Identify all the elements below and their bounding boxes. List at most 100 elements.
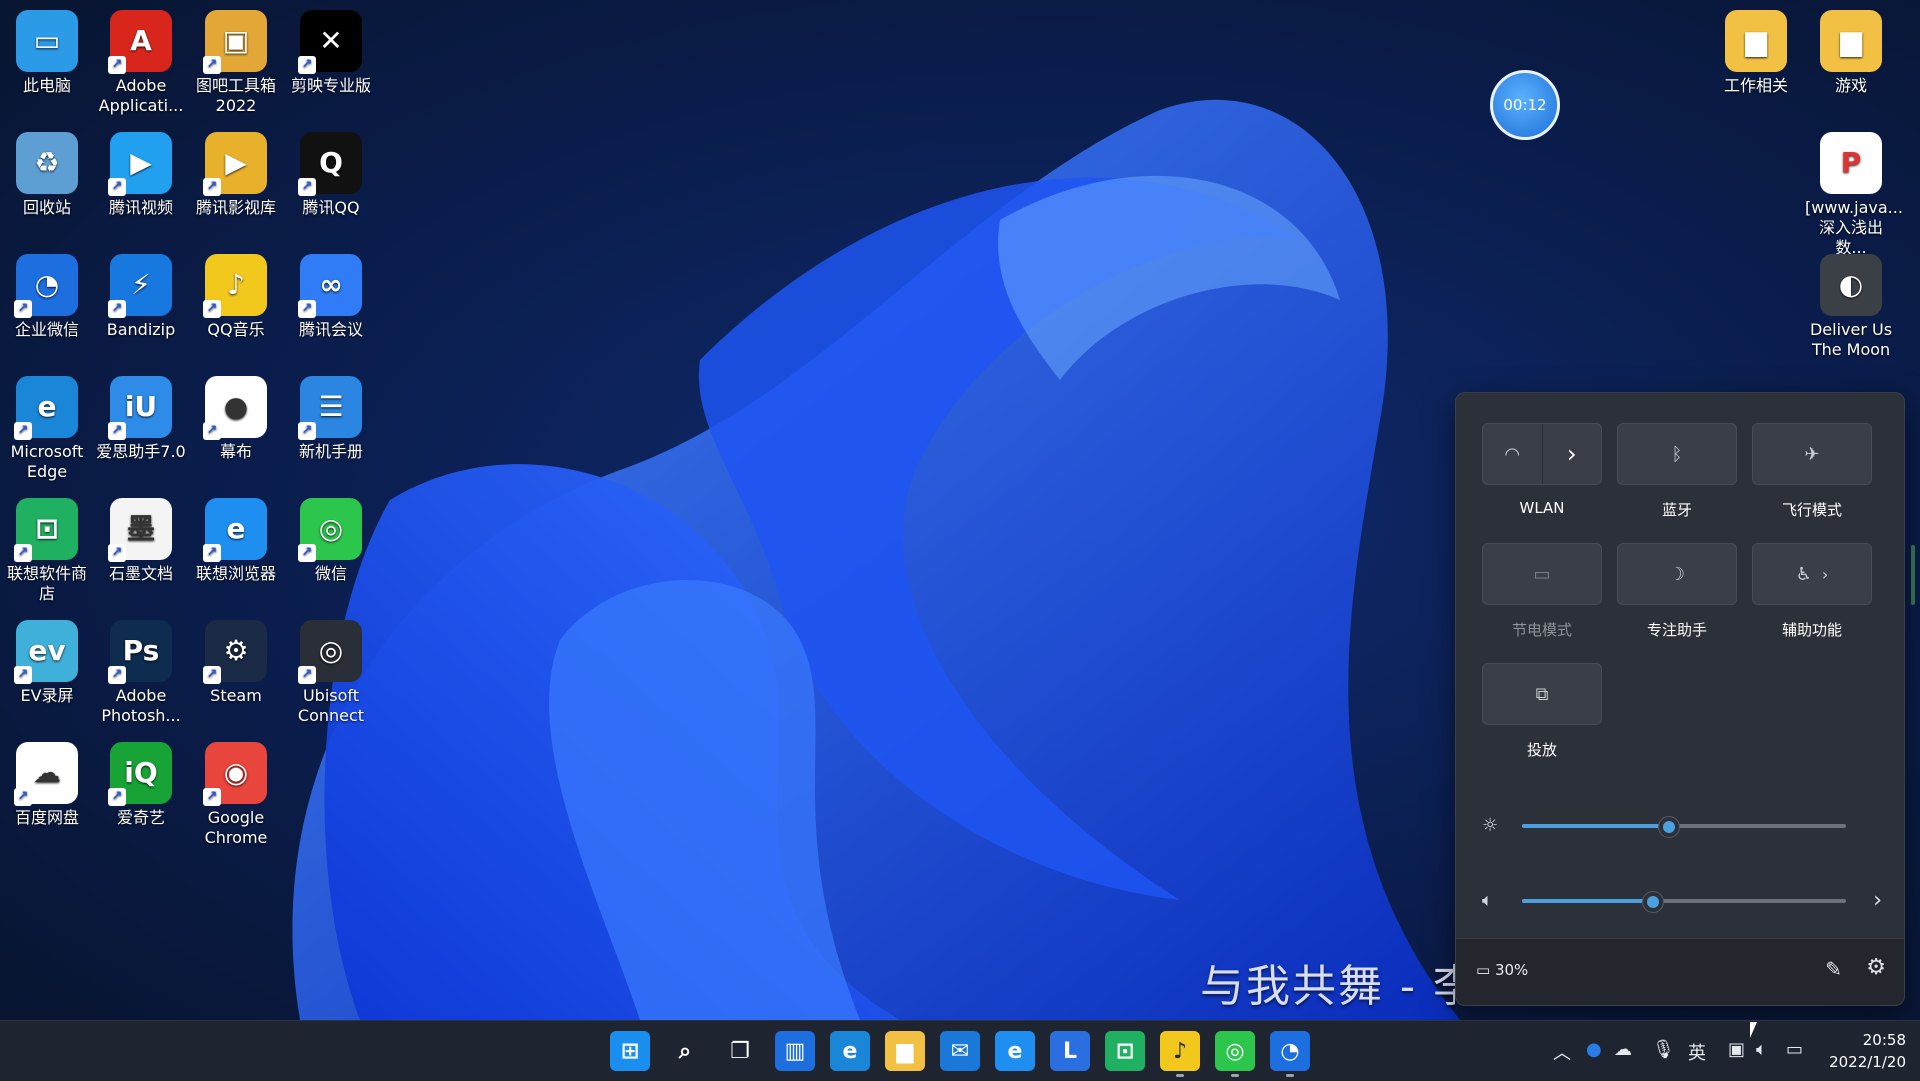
volume-track[interactable] — [1522, 891, 1846, 913]
microphone-icon[interactable]: 🎙︎ — [1652, 1039, 1675, 1060]
desktop-icon[interactable]: ● ↗ 幕布 — [190, 372, 282, 462]
desktop-icon[interactable]: ∞ ↗ 腾讯会议 — [285, 250, 377, 340]
taskbar-wechat-icon[interactable]: ◎ — [1215, 1031, 1255, 1077]
desktop-icon[interactable]: ◎ ↗ Ubisoft Connect — [285, 616, 377, 726]
cast-icon: ⧉ — [1535, 683, 1549, 705]
desktop-icon[interactable]: ☁ ↗ 百度网盘 — [1, 738, 93, 828]
settings-gear-icon[interactable]: ⚙ — [1866, 955, 1886, 980]
desktop-icon[interactable]: Q ↗ 腾讯QQ — [285, 128, 377, 218]
brightness-track[interactable] — [1522, 816, 1846, 838]
edit-pencil-icon[interactable]: ✎ — [1825, 957, 1842, 981]
desktop-icon[interactable]: ♪ ↗ QQ音乐 — [190, 250, 282, 340]
desktop-icon[interactable]: ✕ ↗ 剪映专业版 — [285, 6, 377, 96]
quick-tile-button[interactable]: ◠ › — [1482, 423, 1602, 485]
volume-tray-icon[interactable]: 🔈︎ — [1756, 1039, 1767, 1060]
search-icon: ⌕ — [678, 1038, 692, 1064]
taskbar-task-view-icon[interactable]: ❐ — [720, 1031, 760, 1071]
desktop-icon[interactable]: ◉ ↗ Google Chrome — [190, 738, 282, 848]
wifi-icon[interactable]: ◠ — [1483, 424, 1542, 484]
quick-tile-button[interactable]: ☽ — [1617, 543, 1737, 605]
desktop-icon-label: Ubisoft Connect — [297, 686, 365, 725]
accessibility-icon: ♿ — [1795, 563, 1812, 585]
desktop-icon[interactable]: ⊡ ↗ 联想软件商店 — [1, 494, 93, 604]
input-language[interactable]: 英 — [1688, 1039, 1706, 1065]
desktop-icon[interactable]: ▭ 此电脑 — [1, 6, 93, 96]
desktop-icon[interactable]: ev ↗ EV录屏 — [1, 616, 93, 706]
tray-chevron-icon[interactable]: ︿ — [1553, 1039, 1571, 1065]
taskbar-lenovo-store-icon[interactable]: ⊡ — [1105, 1031, 1145, 1071]
desktop-icon[interactable]: e ↗ Microsoft Edge — [1, 372, 93, 482]
onedrive-cloud-icon[interactable]: ☁ — [1614, 1039, 1632, 1060]
taskbar-start-icon[interactable]: ⊞ — [610, 1031, 650, 1071]
desktop-icon[interactable]: iU ↗ 爱思助手7.0 — [95, 372, 187, 462]
desktop-icon-label: 爱奇艺 — [116, 808, 165, 827]
toolbox-icon: ▣ ↗ — [203, 10, 267, 74]
network-icon[interactable]: ▣ — [1728, 1039, 1745, 1060]
quick-tile-bluetooth[interactable]: ᛒ 蓝牙 — [1617, 423, 1737, 520]
ev-recorder-icon: ev ↗ — [14, 620, 78, 684]
battery-tray-icon[interactable]: ▭ — [1786, 1039, 1803, 1060]
quick-tile-cast[interactable]: ⧉ 投放 — [1482, 663, 1602, 760]
chevron-right-icon[interactable]: › — [1541, 424, 1602, 484]
quick-tile-button[interactable]: ▭ — [1482, 543, 1602, 605]
quick-tile-wifi[interactable]: ◠ › WLAN — [1482, 423, 1602, 517]
brightness-slider[interactable]: ☼ — [1482, 811, 1882, 841]
quick-tile-battery-saver[interactable]: ▭ 节电模式 — [1482, 543, 1602, 640]
volume-thumb[interactable] — [1641, 891, 1664, 913]
lenovo-store-icon: ⊡ ↗ — [14, 498, 78, 562]
desktop-icon[interactable]: ⚡ ↗ Bandizip — [95, 250, 187, 340]
taskbar-clock[interactable]: 20:58 2022/1/20 — [1829, 1029, 1906, 1073]
quick-tile-button[interactable]: ⧉ — [1482, 663, 1602, 725]
taskbar-widgets-icon[interactable]: ▥ — [775, 1031, 815, 1071]
desktop-icon[interactable]: iQ ↗ 爱奇艺 — [95, 738, 187, 828]
capcut-icon: ✕ ↗ — [298, 10, 362, 74]
desktop-icon[interactable]: ⚙ ↗ Steam — [190, 616, 282, 706]
mubu-icon: ● ↗ — [203, 376, 267, 440]
taskbar-lenovo-browser-icon[interactable]: e — [995, 1031, 1035, 1071]
quick-tile-airplane[interactable]: ✈ 飞行模式 — [1752, 423, 1872, 520]
desktop-icon[interactable]: e ↗ 联想浏览器 — [190, 494, 282, 584]
shortcut-arrow-icon: ↗ — [203, 788, 221, 806]
lenovo-browser-icon: e — [1007, 1038, 1023, 1064]
desktop-icon[interactable]: Ps ↗ Adobe Photosh... — [95, 616, 187, 726]
desktop-icon[interactable]: 墨 ↗ 石墨文档 — [95, 494, 187, 584]
recording-timer[interactable]: 00:12 — [1490, 70, 1560, 140]
volume-output-chevron-icon[interactable]: › — [1873, 888, 1882, 913]
taskbar-lenovo-l-icon[interactable]: L — [1050, 1031, 1090, 1071]
taskbar-file-explorer-icon[interactable]: ▆ — [885, 1031, 925, 1071]
quick-tile-button[interactable]: ᛒ — [1617, 423, 1737, 485]
battery-saver-icon: ▭ — [1533, 563, 1551, 585]
desktop-icon[interactable]: ▶ ↗ 腾讯视频 — [95, 128, 187, 218]
desktop-icon[interactable]: ☰ ↗ 新机手册 — [285, 372, 377, 462]
shortcut-arrow-icon: ↗ — [14, 666, 32, 684]
desktop-icon[interactable]: ◐ Deliver Us The Moon — [1805, 250, 1897, 360]
desktop-icon[interactable]: P [www.java... 深入浅出数... — [1805, 128, 1903, 258]
desktop-icon-label: 腾讯视频 — [108, 198, 173, 217]
edge-icon: e ↗ — [14, 376, 78, 440]
desktop-icon-label: Deliver Us The Moon — [1809, 320, 1893, 359]
desktop-icon[interactable]: ▆ 游戏 — [1805, 6, 1897, 96]
desktop-icon[interactable]: ♻ 回收站 — [1, 128, 93, 218]
taskbar-qq-music-icon[interactable]: ♪ — [1160, 1031, 1200, 1077]
quick-tile-button[interactable]: ♿ › — [1752, 543, 1872, 605]
desktop-icon[interactable]: ▣ ↗ 图吧工具箱 2022 — [190, 6, 282, 116]
desktop-icon[interactable]: A ↗ Adobe Applicati... — [95, 6, 187, 116]
taskbar-edge-icon[interactable]: e — [830, 1031, 870, 1071]
battery-status[interactable]: ▭ 30% — [1476, 961, 1528, 979]
brightness-thumb[interactable] — [1657, 816, 1680, 838]
quick-tile-moon[interactable]: ☽ 专注助手 — [1617, 543, 1737, 640]
quick-tile-accessibility[interactable]: ♿ › 辅助功能 — [1752, 543, 1872, 640]
volume-slider[interactable]: 🔈︎ › — [1482, 886, 1882, 916]
tencent-meeting-icon: ∞ ↗ — [298, 254, 362, 318]
desktop-icon[interactable]: ▆ 工作相关 — [1710, 6, 1802, 96]
taskbar-mail-icon[interactable]: ✉ — [940, 1031, 980, 1071]
desktop-icon[interactable]: ▶ ↗ 腾讯影视库 — [190, 128, 282, 218]
taskbar-wecom-icon[interactable]: ◔ — [1270, 1031, 1310, 1077]
speaker-icon: 🔈︎ — [1482, 890, 1493, 911]
desktop-icon[interactable]: ◎ ↗ 微信 — [285, 494, 377, 584]
computer-icon: ▭ — [16, 10, 78, 72]
quick-tile-button[interactable]: ✈ — [1752, 423, 1872, 485]
desktop-icon[interactable]: ◔ ↗ 企业微信 — [1, 250, 93, 340]
taskbar-search-icon[interactable]: ⌕ — [665, 1031, 705, 1071]
lenovo-tray-icon[interactable]: ● — [1586, 1039, 1602, 1060]
